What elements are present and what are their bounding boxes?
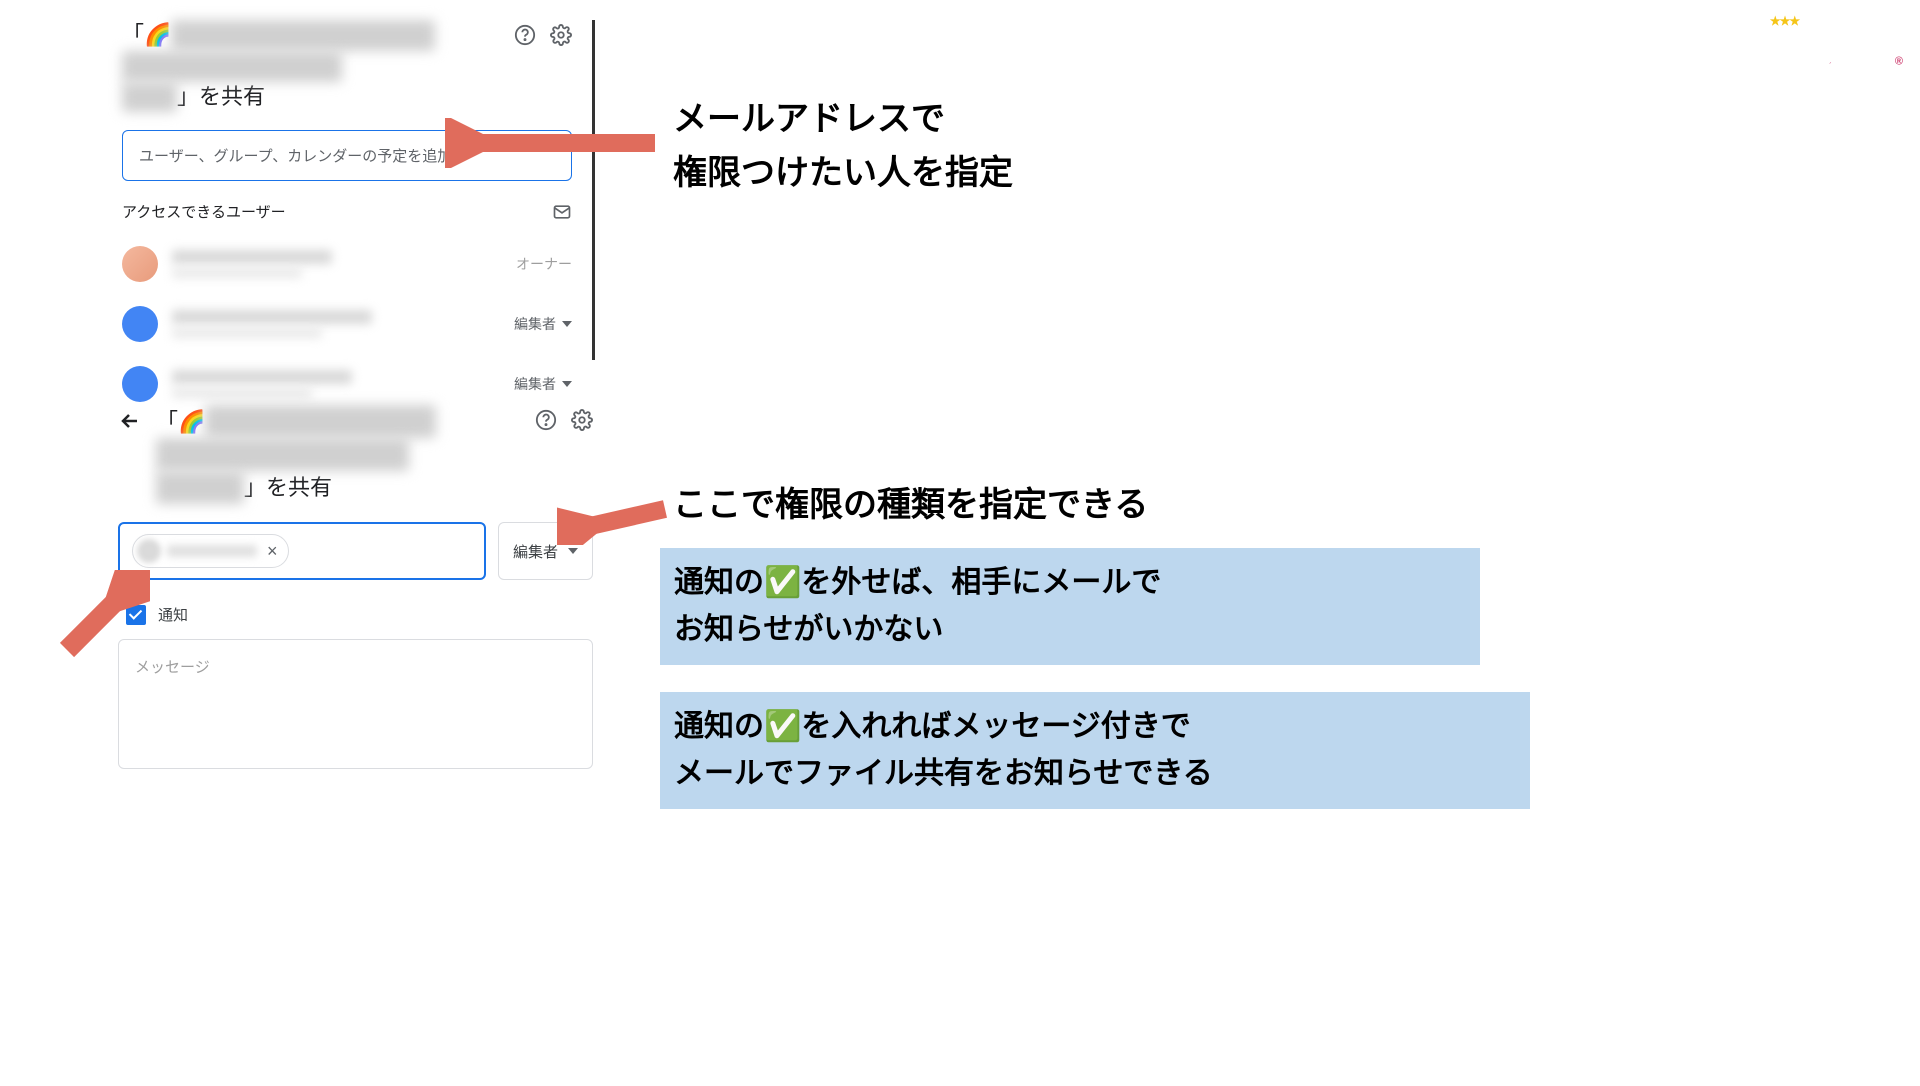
avatar bbox=[122, 366, 158, 402]
annotation-email: メールアドレスで権限つけたい人を指定 bbox=[673, 92, 1013, 201]
share-dialog-initial: 「🌈xxxxxxxxxxxxxxxxxxxxxxxx xxxxxxxxxxxxx… bbox=[122, 20, 572, 402]
mail-icon[interactable] bbox=[552, 202, 572, 222]
help-icon[interactable] bbox=[535, 409, 557, 431]
user-row: オーナー bbox=[122, 246, 572, 282]
user-row: 編集者 bbox=[122, 366, 572, 402]
role-label: オーナー bbox=[516, 254, 572, 274]
notify-label: 通知 bbox=[158, 604, 188, 625]
share-dialog-notify: 「🌈xxxxxxxxxxxxxxxxxxxxx xxxxxxxxxxxxxxxx… bbox=[118, 405, 593, 769]
vertical-divider bbox=[592, 20, 595, 360]
chevron-down-icon bbox=[562, 321, 572, 327]
callout-notify-off: 通知の✅を外せば、相手にメールでお知らせがいかない bbox=[660, 548, 1480, 665]
brand-logo: ★★★ 集まる集客® bbox=[1770, 14, 1902, 82]
notify-checkbox[interactable] bbox=[126, 605, 146, 625]
back-arrow-icon[interactable] bbox=[118, 409, 142, 433]
dialog-title: 「🌈xxxxxxxxxxxxxxxxxxxxx xxxxxxxxxxxxxxxx… bbox=[156, 405, 521, 504]
avatar bbox=[122, 306, 158, 342]
gear-icon[interactable] bbox=[571, 409, 593, 431]
user-row: 編集者 bbox=[122, 306, 572, 342]
message-textarea[interactable]: メッセージ bbox=[118, 639, 593, 769]
recipient-input[interactable]: × bbox=[118, 522, 486, 580]
avatar bbox=[137, 539, 161, 563]
add-people-input[interactable]: ユーザー、グループ、カレンダーの予定を追加 bbox=[122, 130, 572, 181]
recipient-chip[interactable]: × bbox=[132, 534, 289, 568]
gear-icon[interactable] bbox=[550, 24, 572, 46]
callout-notify-on: 通知の✅を入れればメッセージ付きでメールでファイル共有をお知らせできる bbox=[660, 692, 1530, 809]
avatar bbox=[122, 246, 158, 282]
help-icon[interactable] bbox=[514, 24, 536, 46]
remove-chip-icon[interactable]: × bbox=[263, 541, 282, 562]
annotation-permission: ここで権限の種類を指定できる bbox=[673, 478, 1148, 532]
role-dropdown[interactable]: 編集者 bbox=[514, 374, 572, 394]
access-section-label: アクセスできるユーザー bbox=[122, 201, 286, 222]
role-dropdown[interactable]: 編集者 bbox=[514, 314, 572, 334]
dialog-title: 「🌈xxxxxxxxxxxxxxxxxxxxxxxx xxxxxxxxxxxxx… bbox=[122, 20, 514, 112]
chevron-down-icon bbox=[568, 548, 578, 554]
chevron-down-icon bbox=[562, 381, 572, 387]
chip-label bbox=[167, 545, 257, 557]
permission-select[interactable]: 編集者 bbox=[498, 522, 593, 580]
